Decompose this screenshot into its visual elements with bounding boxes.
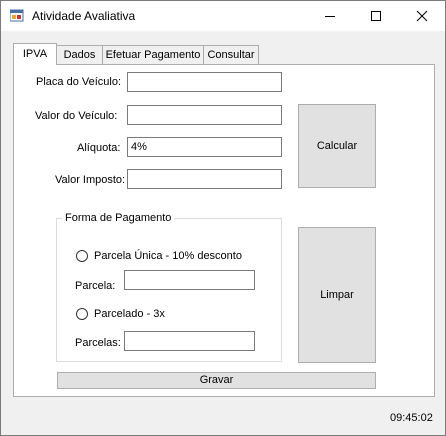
tab-consultar[interactable]: Consultar — [203, 45, 259, 64]
parcelas-label: Parcelas: — [75, 337, 121, 349]
tab-dados[interactable]: Dados — [56, 45, 103, 64]
parcela-input[interactable] — [124, 270, 255, 290]
parcelado-label[interactable]: Parcelado - 3x — [94, 308, 165, 320]
tab-label: IPVA — [22, 48, 48, 60]
tab-label: Consultar — [207, 49, 255, 61]
gravar-label: Gravar — [199, 374, 234, 386]
window-title: Atividade Avaliativa — [32, 9, 136, 23]
parcela-label: Parcela: — [75, 280, 116, 292]
placa-input[interactable] — [127, 72, 282, 92]
tab-label: Dados — [63, 49, 96, 61]
parcela-unica-radio[interactable] — [76, 250, 88, 262]
maximize-icon — [371, 11, 381, 21]
tab-efetuar-pagamento[interactable]: Efetuar Pagamento — [102, 45, 204, 64]
tab-label: Efetuar Pagamento — [105, 49, 201, 61]
gravar-button[interactable]: Gravar — [57, 372, 376, 389]
close-icon — [416, 10, 428, 22]
placa-label: Placa do Veículo: — [36, 76, 122, 88]
limpar-label: Limpar — [320, 289, 354, 301]
calcular-label: Calcular — [316, 140, 358, 152]
title-bar[interactable]: Atividade Avaliativa — [1, 1, 445, 31]
forma-pagamento-title: Forma de Pagamento — [62, 212, 175, 224]
valor-veiculo-input[interactable] — [127, 105, 282, 125]
aliquota-input[interactable]: 4% — [127, 137, 282, 157]
parcelado-radio[interactable] — [76, 308, 88, 320]
minimize-icon — [325, 16, 335, 17]
status-clock: 09:45:02 — [390, 412, 433, 424]
tab-ipva[interactable]: IPVA — [13, 43, 57, 65]
valor-imposto-input[interactable] — [127, 169, 282, 189]
parcela-unica-label[interactable]: Parcela Única - 10% desconto — [94, 250, 242, 262]
maximize-button[interactable] — [353, 1, 399, 31]
calcular-button[interactable]: Calcular — [298, 104, 376, 188]
limpar-button[interactable]: Limpar — [298, 227, 376, 363]
app-window: Atividade Avaliativa IPVA Dados Efetuar … — [0, 0, 446, 436]
valor-imposto-label: Valor Imposto: — [55, 174, 126, 186]
aliquota-label: Alíquota: — [77, 142, 121, 154]
minimize-button[interactable] — [307, 1, 353, 31]
parcelas-input[interactable] — [124, 331, 255, 351]
close-button[interactable] — [399, 1, 445, 31]
app-window-icon — [10, 9, 24, 22]
valor-veiculo-label: Valor do Veículo: — [35, 110, 118, 122]
